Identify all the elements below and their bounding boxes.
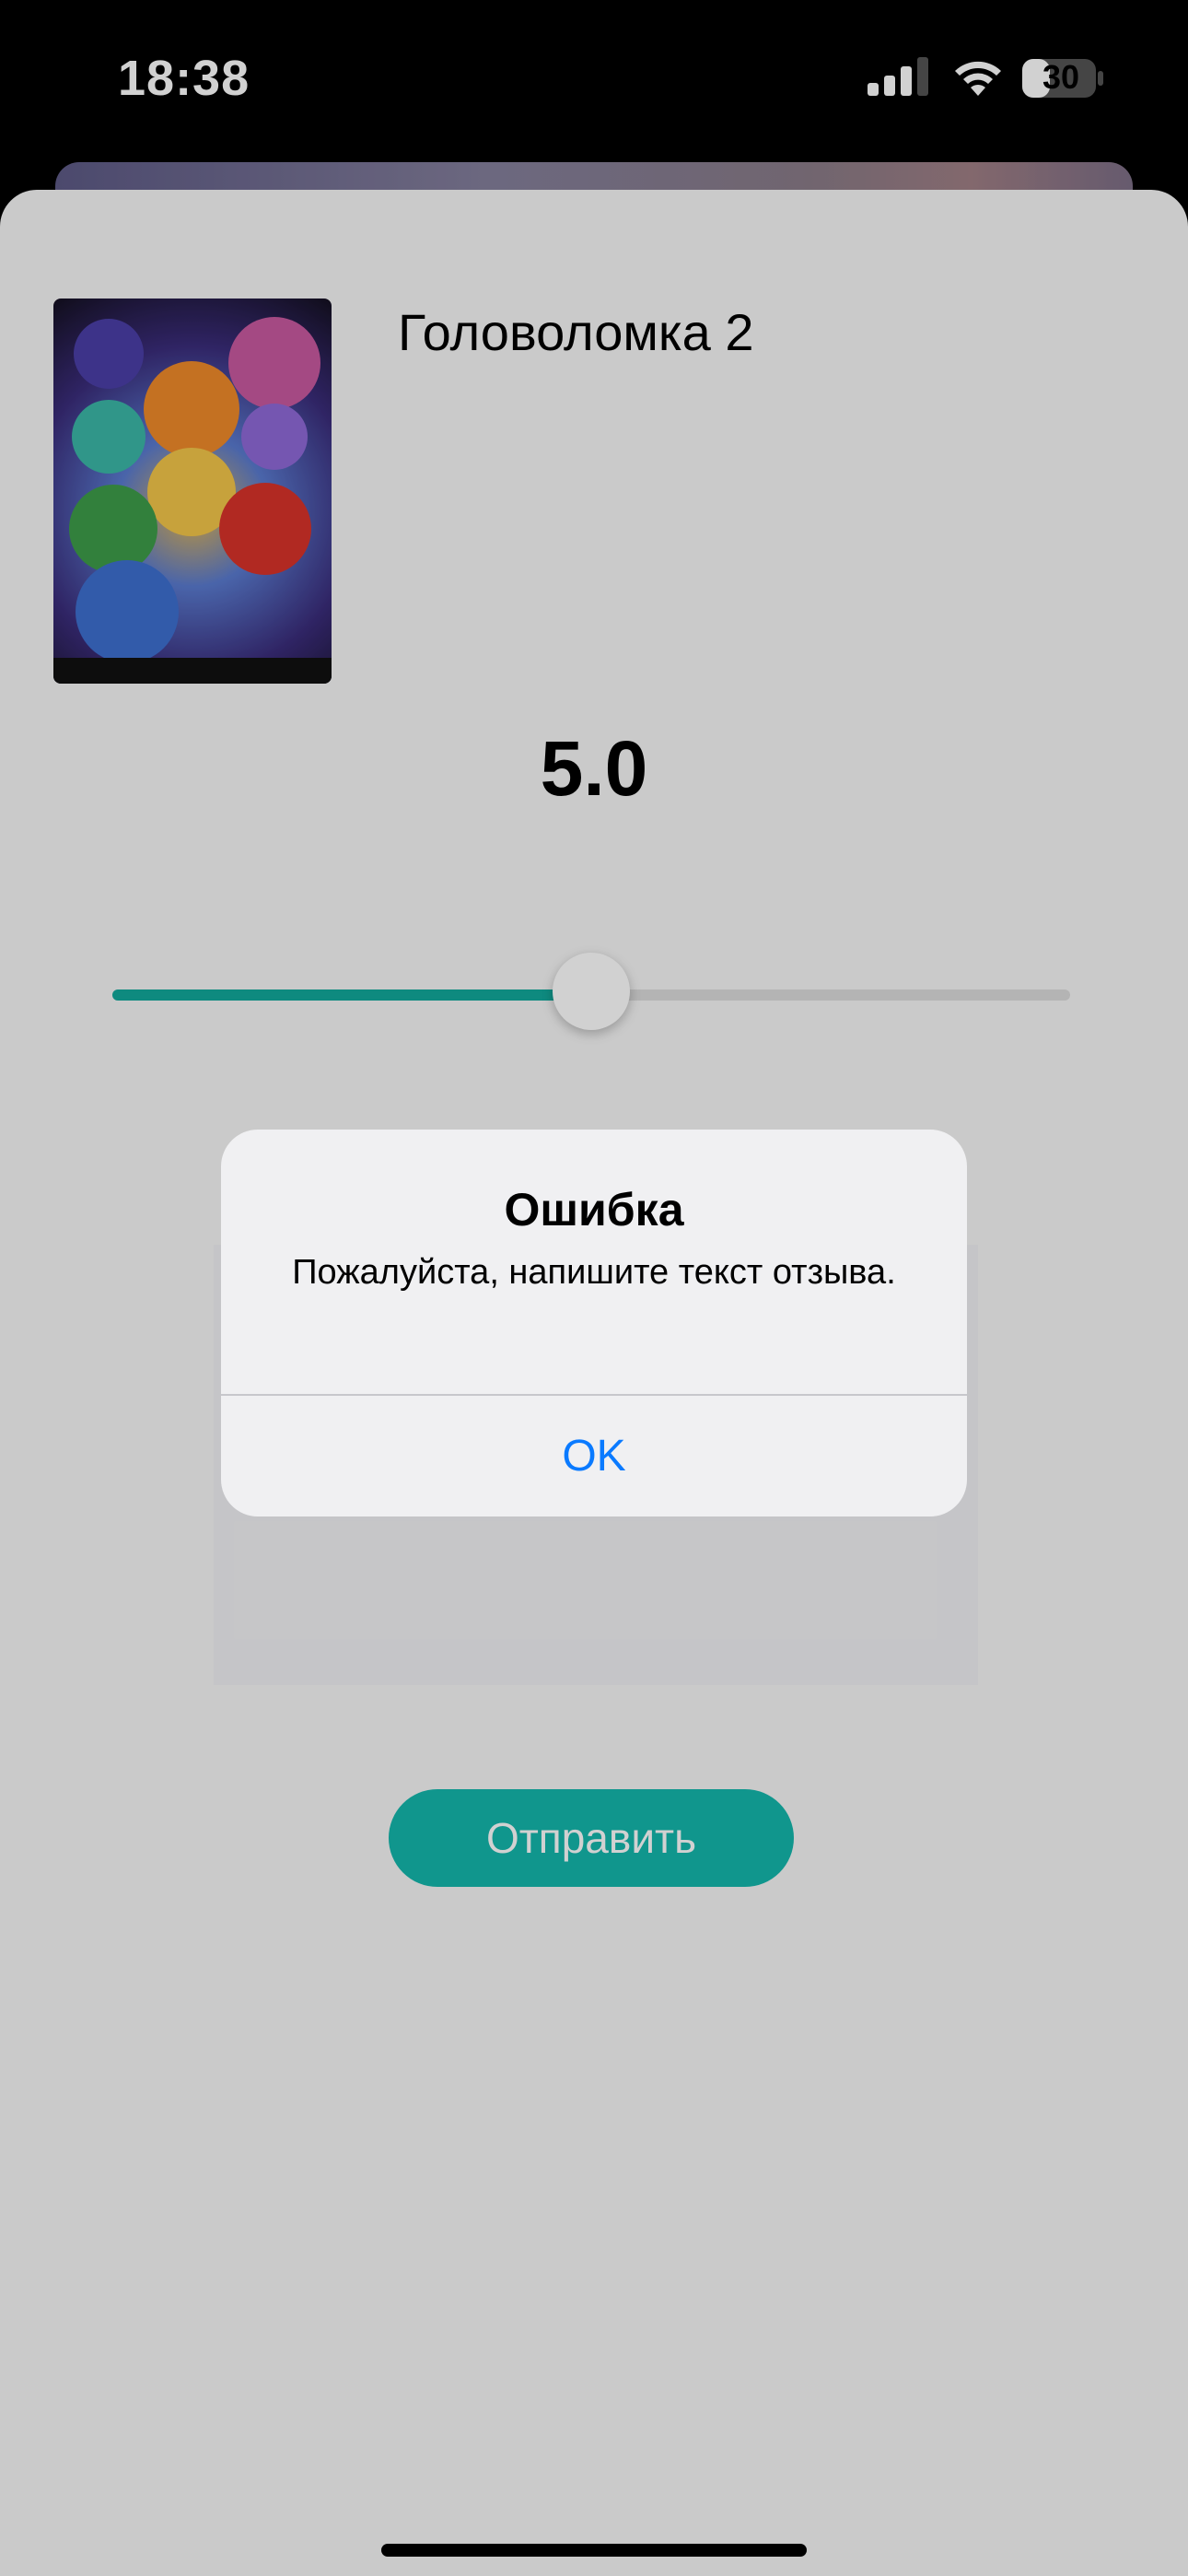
alert-title: Ошибка: [504, 1184, 684, 1235]
error-alert: Ошибка Пожалуйста, напишите текст отзыва…: [221, 1130, 967, 1516]
home-indicator: [381, 2544, 807, 2557]
alert-ok-button[interactable]: OK: [221, 1396, 967, 1516]
alert-message: Пожалуйста, напишите текст отзыва.: [292, 1253, 896, 1292]
